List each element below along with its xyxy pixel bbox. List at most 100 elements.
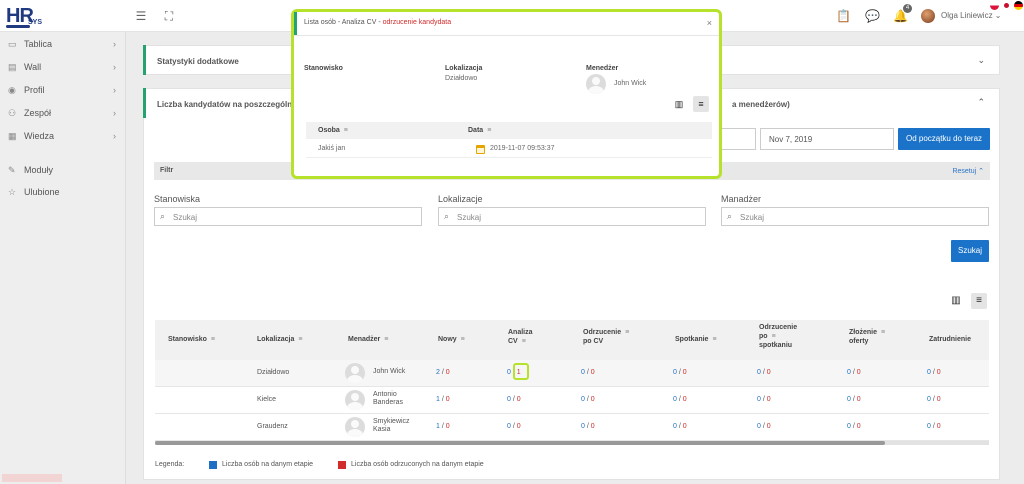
cell-menadzer: Antonio Banderas [373,391,403,407]
cell-zatrudnienie[interactable]: 0 / 0 [927,369,941,377]
horizontal-scrollbar[interactable] [155,441,989,445]
th-zlozenie-oferty[interactable]: Złożenie ≡ oferty [849,328,885,346]
sort-icon: ≡ [298,336,303,343]
wrench-icon: ✎ [8,165,16,175]
sidebar-item-wall[interactable]: ▤ Wall › [0,59,126,77]
modal-title: Lista osób - Analiza CV - odrzucenie kan… [304,19,451,26]
th-label: oferty [849,338,869,345]
stanowiska-search-input[interactable]: ⌕ Szukaj [154,207,422,226]
menadzer-search-input[interactable]: ⌕ Szukaj [721,207,989,226]
columns-icon[interactable]: ▥ [671,96,687,112]
th-menadzer[interactable]: Menadżer ≡ [348,335,388,344]
filter-lines-icon[interactable]: ≡ [693,96,709,112]
scrollbar-thumb[interactable] [155,441,885,445]
search-placeholder: Szukaj [740,213,765,222]
modal-menedzer-value: John Wick [614,80,647,87]
th-stanowisko[interactable]: Stanowisko ≡ [168,335,215,344]
panel-title: Liczba kandydatów na poszczególnych [157,100,306,109]
stanowiska-label: Stanowiska [154,194,201,204]
count-red: 0 [856,423,861,430]
sidebar-item-zespol[interactable]: ⚇ Zespół › [0,105,126,123]
cell-analiza-cv[interactable]: 0 / 0 [507,423,521,431]
cell-zatrudnienie[interactable]: 0 / 0 [927,423,941,431]
cell-nowy[interactable]: 1 / 0 [436,396,450,404]
chat-icon[interactable]: 💬 [865,9,880,23]
sidebar-item-label: Moduły [24,165,54,175]
cell-odrzucenie-spotkanie[interactable]: 0 / 0 [757,396,771,404]
date-to-input[interactable]: Nov 7, 2019 [760,128,894,150]
cell-zlozenie-oferty[interactable]: 0 / 0 [847,423,861,431]
lokalizacje-search-input[interactable]: ⌕ Szukaj [438,207,706,226]
search-button[interactable]: Szukaj [951,240,989,262]
th-analiza-cv[interactable]: Analiza CV ≡ [508,328,533,346]
from-start-button[interactable]: Od początku do teraz [898,128,990,150]
sidebar-item-profil[interactable]: ◉ Profil › [0,82,126,100]
panel-title: Statystyki dodatkowe [157,57,239,66]
chevron-down-icon[interactable]: ⌄ [977,55,985,66]
wall-icon: ▤ [8,62,17,72]
cell-zatrudnienie[interactable]: 0 / 0 [927,396,941,404]
th-label: Zatrudnienie [929,336,972,343]
th-odrzucenie-spotkanie[interactable]: Odrzucenie po ≡ spotkaniu [759,323,797,350]
th-label: Analiza [508,329,533,336]
close-icon[interactable]: × [707,18,712,28]
count-red: 0 [516,396,521,403]
chevron-up-icon[interactable]: ⌃ [977,97,985,108]
cell-spotkanie[interactable]: 0 / 0 [673,369,687,377]
cell-zlozenie-oferty[interactable]: 0 / 0 [847,369,861,377]
cell-nowy[interactable]: 2 / 0 [436,369,450,377]
user-menu[interactable]: Olga Liniewicz ⌄ [941,11,1002,20]
cell-odrzucenie-spotkanie[interactable]: 0 / 0 [757,369,771,377]
clipboard-icon[interactable]: 📋 [836,9,851,23]
sidebar-item-label: Ulubione [24,187,60,197]
sidebar-item-tablica[interactable]: ▭ Tablica › [0,36,126,54]
th-odrzucenie-cv[interactable]: Odrzucenie ≡ po CV [583,328,629,346]
sidebar-item-label: Profil [24,85,45,95]
chevron-right-icon: › [113,62,116,72]
cell-zlozenie-oferty[interactable]: 0 / 0 [847,396,861,404]
flag-de-icon[interactable] [1014,1,1023,10]
flag-pl-icon[interactable] [990,1,999,10]
th-zatrudnienie[interactable]: Zatrudnienie [929,335,971,344]
cell-lokalizacja: Kielce [257,396,277,403]
hamburger-menu-icon[interactable]: ☰ [134,9,148,23]
th-label: po CV [583,338,604,345]
cell-spotkanie[interactable]: 0 / 0 [673,423,687,431]
sort-icon: ≡ [712,336,717,343]
cell-analiza-cv[interactable]: 0 / 0 [507,396,521,404]
logo[interactable]: HR SYS [6,5,66,29]
th-label: Osoba [318,127,340,134]
legend-label: Legenda: [155,461,185,468]
th-osoba[interactable]: Osoba ≡ [318,127,348,134]
cell-nowy[interactable]: 1 / 0 [436,423,450,431]
cell-spotkanie[interactable]: 0 / 0 [673,396,687,404]
sidebar-item-moduly[interactable]: ✎ Moduły [0,162,126,180]
flag-en-icon[interactable] [1002,1,1011,10]
chevron-right-icon: › [113,108,116,118]
cell-lokalizacja: Graudenz [257,423,288,430]
th-nowy[interactable]: Nowy ≡ [438,335,465,344]
sidebar-item-ulubione[interactable]: ☆ Ulubione [0,184,126,202]
cell-odrzucenie-cv[interactable]: 0 / 0 [581,369,595,377]
th-data[interactable]: Data ≡ [468,127,491,134]
reset-link[interactable]: Resetuj ⌃ [952,167,984,175]
sidebar-item-label: Tablica [24,39,53,49]
menadzer-line-1: Antonio [373,391,397,398]
sidebar-item-wiedza[interactable]: ▦ Wiedza › [0,128,126,146]
cell-odrzucenie-cv[interactable]: 0 / 0 [581,423,595,431]
th-label: Menadżer [348,336,381,343]
user-avatar[interactable] [921,9,935,23]
count-red: 0 [445,396,450,403]
modal-lokalizacja-label: Lokalizacja [445,65,483,72]
th-spotkanie[interactable]: Spotkanie ≡ [675,335,717,344]
columns-icon[interactable]: ▥ [948,293,964,309]
filter-lines-icon[interactable]: ≡ [971,293,987,309]
cell-odrzucenie-spotkanie[interactable]: 0 / 0 [757,423,771,431]
th-lokalizacja[interactable]: Lokalizacja ≡ [257,335,302,344]
legend-red-text: Liczba osób odrzuconych na danym etapie [351,461,484,468]
fullscreen-icon[interactable]: ⛶ [162,9,176,23]
chevron-right-icon: › [113,39,116,49]
table-row: Działdowo John Wick 2 / 0 0 / 1 0 / 0 0 … [155,360,989,387]
cell-odrzucenie-cv[interactable]: 0 / 0 [581,396,595,404]
count-red: 0 [590,423,595,430]
